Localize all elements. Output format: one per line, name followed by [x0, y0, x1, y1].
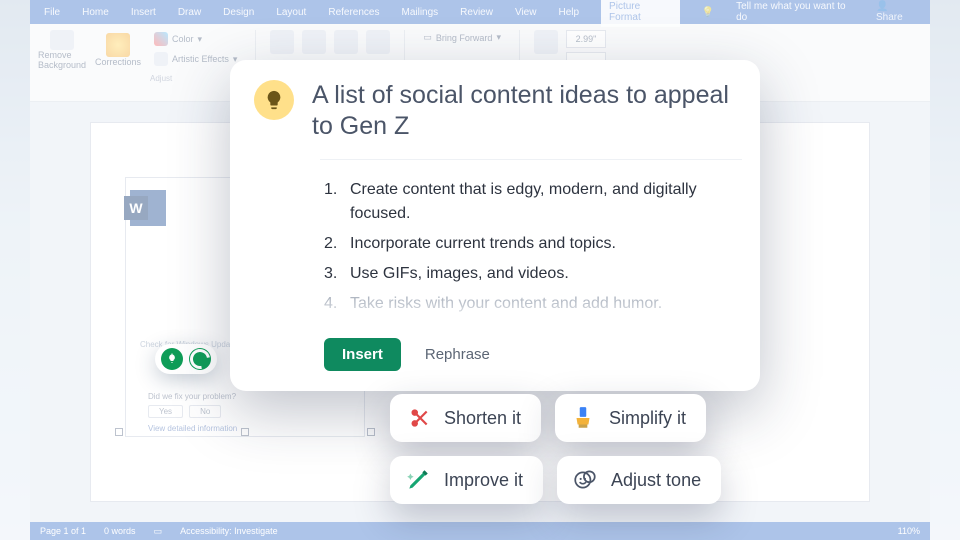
status-words[interactable]: 0 words	[104, 526, 136, 536]
lightbulb-plus-icon	[161, 348, 183, 370]
tab-layout[interactable]: Layout	[276, 7, 306, 18]
tab-draw[interactable]: Draw	[178, 7, 201, 18]
tab-references[interactable]: References	[328, 7, 379, 18]
improve-chip[interactable]: Improve it	[390, 456, 543, 504]
remove-background-button[interactable]: Remove Background	[38, 30, 86, 70]
tab-review[interactable]: Review	[460, 7, 493, 18]
status-accessibility[interactable]: Accessibility: Investigate	[180, 526, 278, 536]
crop-button[interactable]	[534, 30, 558, 54]
selection-handles[interactable]	[115, 432, 375, 433]
tab-view[interactable]: View	[515, 7, 537, 18]
share-button: 👤 Share	[876, 1, 916, 23]
grammarly-icon	[189, 348, 211, 370]
suggestion-title: A list of social content ideas to appeal…	[312, 80, 732, 141]
lightbulb-icon	[254, 80, 294, 120]
tab-file[interactable]: File	[44, 7, 60, 18]
artistic-effects-button[interactable]: Artistic Effects ▾	[150, 50, 241, 68]
no-button[interactable]: No	[189, 405, 221, 418]
yes-button[interactable]: Yes	[148, 405, 183, 418]
tab-mailings[interactable]: Mailings	[401, 7, 438, 18]
tab-insert[interactable]: Insert	[131, 7, 156, 18]
grammarly-pill[interactable]	[155, 344, 217, 374]
insert-button[interactable]: Insert	[324, 338, 401, 371]
list-item: Use GIFs, images, and videos.	[324, 262, 720, 286]
suggestion-body: Create content that is edgy, modern, and…	[320, 159, 742, 328]
brush-icon	[569, 404, 597, 432]
picture-style-2[interactable]	[302, 30, 326, 54]
tab-picture-format[interactable]: Picture Format	[601, 0, 680, 27]
tab-design[interactable]: Design	[223, 7, 254, 18]
color-button[interactable]: Color ▾	[150, 30, 206, 48]
suggestion-chips: Shorten it Simplify it Improve it Adjust…	[390, 394, 830, 504]
title-bar: File Home Insert Draw Design Layout Refe…	[30, 0, 930, 24]
picture-style-4[interactable]	[366, 30, 390, 54]
scissors-icon	[404, 404, 432, 432]
status-page[interactable]: Page 1 of 1	[40, 526, 86, 536]
height-spinner[interactable]: 2.99"	[566, 30, 606, 48]
group-label-adjust: Adjust	[150, 74, 172, 83]
picture-style-1[interactable]	[270, 30, 294, 54]
rephrase-button[interactable]: Rephrase	[425, 346, 490, 363]
corrections-button[interactable]: Corrections	[94, 30, 142, 70]
feedback-dialog: Did we fix your problem? Yes No View det…	[148, 392, 308, 433]
pencil-sparkle-icon	[404, 466, 432, 494]
suggestion-card: A list of social content ideas to appeal…	[230, 60, 760, 391]
status-zoom[interactable]: 110%	[898, 526, 920, 536]
tab-home[interactable]: Home	[82, 7, 109, 18]
adjust-tone-chip[interactable]: Adjust tone	[557, 456, 721, 504]
list-item: Create content that is edgy, modern, and…	[324, 178, 720, 226]
status-bar: Page 1 of 1 0 words ▭ Accessibility: Inv…	[30, 522, 930, 540]
shorten-chip[interactable]: Shorten it	[390, 394, 541, 442]
emoji-icon	[571, 466, 599, 494]
list-item: Incorporate current trends and topics.	[324, 232, 720, 256]
tell-me[interactable]: Tell me what you want to do	[736, 1, 854, 23]
simplify-chip[interactable]: Simplify it	[555, 394, 706, 442]
tab-help[interactable]: Help	[558, 7, 579, 18]
bring-forward-button[interactable]: ▭ Bring Forward ▾	[419, 30, 505, 45]
picture-style-3[interactable]	[334, 30, 358, 54]
word-logo-icon: W	[130, 190, 166, 226]
